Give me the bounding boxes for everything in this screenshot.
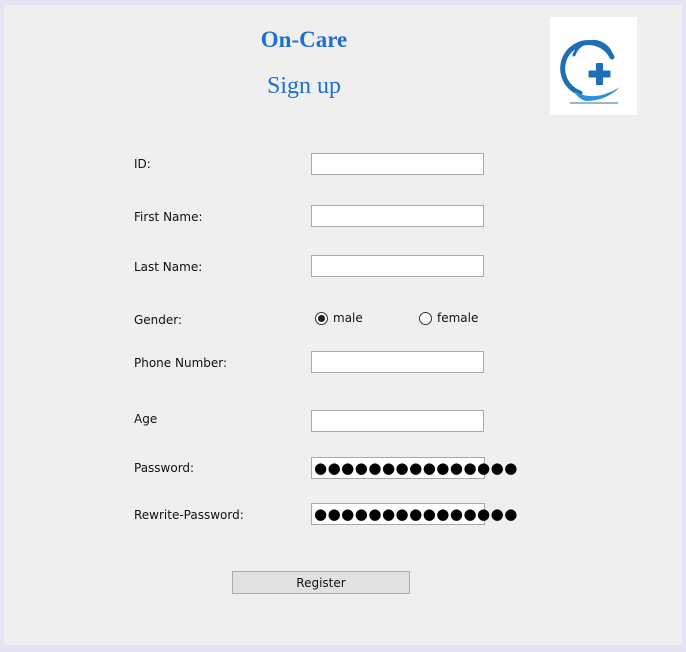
last-name-label: Last Name: bbox=[134, 260, 203, 274]
age-label: Age bbox=[134, 412, 158, 426]
password-label: Password: bbox=[134, 461, 195, 475]
page-title: Sign up bbox=[266, 73, 341, 99]
app-title: On-Care bbox=[260, 27, 348, 52]
radio-female[interactable] bbox=[419, 311, 432, 325]
rewrite-password-field[interactable]: ●●●●●●●●●●●●●●● bbox=[311, 503, 517, 525]
password-field[interactable]: ●●●●●●●●●●●●●●● bbox=[311, 457, 517, 479]
last-name-field[interactable] bbox=[311, 255, 484, 277]
medical-cross-hand-icon bbox=[560, 39, 620, 104]
id-field[interactable] bbox=[311, 153, 484, 175]
gender-male-label: male bbox=[333, 311, 363, 325]
age-field[interactable] bbox=[311, 410, 484, 432]
id-label: ID: bbox=[134, 157, 151, 171]
radio-male[interactable] bbox=[315, 311, 328, 325]
first-name-label: First Name: bbox=[134, 210, 203, 224]
gender-female-option[interactable]: female bbox=[419, 311, 478, 325]
gender-female-label: female bbox=[437, 311, 479, 325]
gender-male-option[interactable]: male bbox=[315, 311, 363, 325]
phone-field[interactable] bbox=[311, 351, 484, 373]
rewrite-password-label: Rewrite-Password: bbox=[134, 508, 244, 522]
register-button[interactable]: Register bbox=[232, 571, 410, 594]
first-name-field[interactable] bbox=[311, 205, 484, 227]
gender-label: Gender: bbox=[134, 313, 183, 327]
phone-label: Phone Number: bbox=[134, 356, 228, 370]
logo bbox=[550, 17, 637, 115]
signup-window: On-Care Sign up ID: First Name: Last Nam… bbox=[4, 5, 682, 645]
